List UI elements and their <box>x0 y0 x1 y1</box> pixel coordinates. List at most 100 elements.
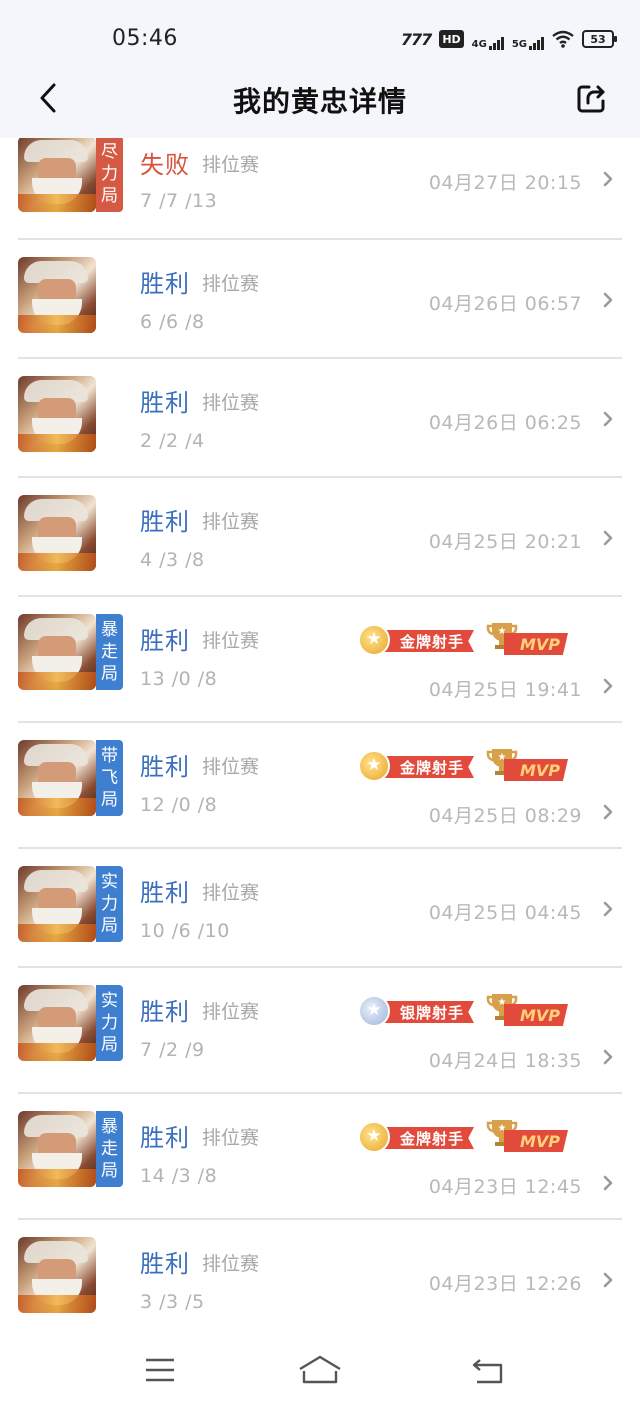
status-time: 05:46 <box>112 26 178 51</box>
match-row[interactable]: 胜利 排位赛 3 /3 /5 04月23日 12:26 <box>18 1220 622 1328</box>
match-tag-badge: 尽力局 <box>96 138 123 212</box>
chevron-right-icon <box>603 804 613 820</box>
top-bar: 05:46 777 HD 4G 5G 53 我的黄忠详情 <box>0 0 640 138</box>
match-datetime: 04月23日 12:45 <box>428 1176 582 1198</box>
match-mode: 排位赛 <box>202 273 260 295</box>
page-title: 我的黄忠详情 <box>232 85 407 118</box>
chevron-right-icon <box>603 171 613 187</box>
match-kda: 12 /0 /8 <box>140 794 218 816</box>
match-row[interactable]: 带飞局胜利排位赛12 /0 /8金牌射手★MVP04月25日 08:29 <box>18 723 622 849</box>
hero-avatar <box>18 1237 96 1313</box>
mvp-label: MVP <box>504 759 568 781</box>
match-mode: 排位赛 <box>202 882 260 904</box>
medal-label: 银牌射手 <box>378 1001 474 1023</box>
match-list[interactable]: 尽力局失败 排位赛 7 /7 /13 04月27日 20:15 胜利 排位赛 6 /6 /8… <box>18 138 622 1328</box>
chevron-right-icon <box>603 1049 613 1065</box>
star-medal-icon <box>358 624 390 656</box>
hero-avatar-wrap: 实力局 <box>18 985 124 1061</box>
mvp-label: MVP <box>504 1130 568 1152</box>
match-result: 胜利 <box>140 1250 190 1278</box>
match-tag-badge: 暴走局 <box>96 614 123 690</box>
home-icon <box>299 1355 341 1384</box>
match-tag-char: 尽 <box>101 142 118 162</box>
match-tag-char: 局 <box>101 186 118 206</box>
match-kda: 14 /3 /8 <box>140 1165 218 1187</box>
hero-avatar <box>18 1111 96 1187</box>
chevron-right-icon <box>603 678 613 694</box>
match-tag-char: 力 <box>101 1013 118 1033</box>
match-kda: 3 /3 /5 <box>140 1291 205 1313</box>
hero-avatar <box>18 376 96 452</box>
mvp-badge: ★ MVP <box>484 621 568 657</box>
match-tag-char: 局 <box>101 664 118 684</box>
match-tag-char: 走 <box>101 642 118 662</box>
chevron-right-icon <box>603 1175 613 1191</box>
share-button[interactable] <box>572 78 612 118</box>
match-tag-char: 实 <box>101 991 118 1011</box>
match-badges: 金牌射手 ★MVP <box>358 621 568 657</box>
match-mode: 排位赛 <box>202 630 260 652</box>
medal-label: 金牌射手 <box>378 630 474 652</box>
mvp-badge: ★ MVP <box>484 1118 568 1154</box>
match-badges: 金牌射手 ★MVP <box>358 747 568 783</box>
match-tag-badge: 实力局 <box>96 866 123 942</box>
match-result: 胜利 <box>140 1124 190 1152</box>
menu-icon <box>146 1358 174 1382</box>
hero-avatar <box>18 614 96 690</box>
star-medal-icon <box>358 1121 390 1153</box>
signal-4g-icon: 4G <box>472 28 504 50</box>
match-result: 胜利 <box>140 627 190 655</box>
match-kda: 6 /6 /8 <box>140 311 205 333</box>
match-row[interactable]: 尽力局失败 排位赛 7 /7 /13 04月27日 20:15 <box>18 138 622 240</box>
mvp-badge: ★ MVP <box>484 747 568 783</box>
hero-avatar-wrap: 暴走局 <box>18 614 124 690</box>
gold-shooter-medal: 金牌射手 <box>358 750 474 782</box>
match-kda: 13 /0 /8 <box>140 668 218 690</box>
hero-avatar-wrap <box>18 1237 124 1313</box>
match-row[interactable]: 实力局胜利排位赛7 /2 /9银牌射手★MVP04月24日 18:35 <box>18 968 622 1094</box>
carrier-icon: 777 <box>400 29 432 49</box>
system-back-button[interactable] <box>466 1348 510 1392</box>
match-mode: 排位赛 <box>202 756 260 778</box>
match-tag-char: 实 <box>101 872 118 892</box>
match-row[interactable]: 暴走局胜利排位赛13 /0 /8金牌射手★MVP04月25日 19:41 <box>18 597 622 723</box>
match-kda: 4 /3 /8 <box>140 549 205 571</box>
match-mode: 排位赛 <box>202 1001 260 1023</box>
match-result: 失败 <box>140 151 190 179</box>
match-row[interactable]: 胜利 排位赛 4 /3 /8 04月25日 20:21 <box>18 478 622 597</box>
menu-button[interactable] <box>138 1348 182 1392</box>
hd-icon: HD <box>439 30 464 48</box>
hero-avatar-wrap: 实力局 <box>18 866 124 942</box>
match-datetime: 04月27日 20:15 <box>428 172 582 194</box>
match-row[interactable]: 胜利 排位赛 2 /2 /4 04月26日 06:25 <box>18 359 622 478</box>
hero-avatar <box>18 138 96 212</box>
back-icon <box>472 1359 503 1384</box>
match-datetime: 04月24日 18:35 <box>428 1050 582 1072</box>
signal-5g-icon: 5G <box>512 28 544 50</box>
match-mode: 排位赛 <box>202 154 260 176</box>
match-row[interactable]: 暴走局胜利排位赛14 /3 /8金牌射手★MVP04月23日 12:45 <box>18 1094 622 1220</box>
hero-avatar-wrap <box>18 257 124 333</box>
match-kda: 2 /2 /4 <box>140 430 205 452</box>
match-datetime: 04月25日 08:29 <box>428 805 582 827</box>
hero-avatar <box>18 740 96 816</box>
chevron-right-icon <box>603 1272 613 1288</box>
home-button[interactable] <box>298 1348 342 1392</box>
match-tag-char: 走 <box>101 1139 118 1159</box>
gold-shooter-medal: 金牌射手 <box>358 1121 474 1153</box>
match-mode: 排位赛 <box>202 1253 260 1275</box>
match-row[interactable]: 胜利 排位赛 6 /6 /8 04月26日 06:57 <box>18 240 622 359</box>
match-result: 胜利 <box>140 879 190 907</box>
star-medal-icon <box>358 995 390 1027</box>
gold-shooter-medal: 金牌射手 <box>358 624 474 656</box>
nav-bar: 我的黄忠详情 <box>0 78 640 138</box>
match-tag-badge: 实力局 <box>96 985 123 1061</box>
hero-avatar-wrap: 带飞局 <box>18 740 124 816</box>
mvp-label: MVP <box>504 633 568 655</box>
match-tag-char: 局 <box>101 1161 118 1181</box>
match-mode: 排位赛 <box>202 1127 260 1149</box>
hero-avatar-wrap: 尽力局 <box>18 138 124 212</box>
match-row[interactable]: 实力局胜利 排位赛 10 /6 /10 04月25日 04:45 <box>18 849 622 968</box>
match-tag-char: 力 <box>101 894 118 914</box>
match-badges: 银牌射手 ★MVP <box>358 992 568 1028</box>
